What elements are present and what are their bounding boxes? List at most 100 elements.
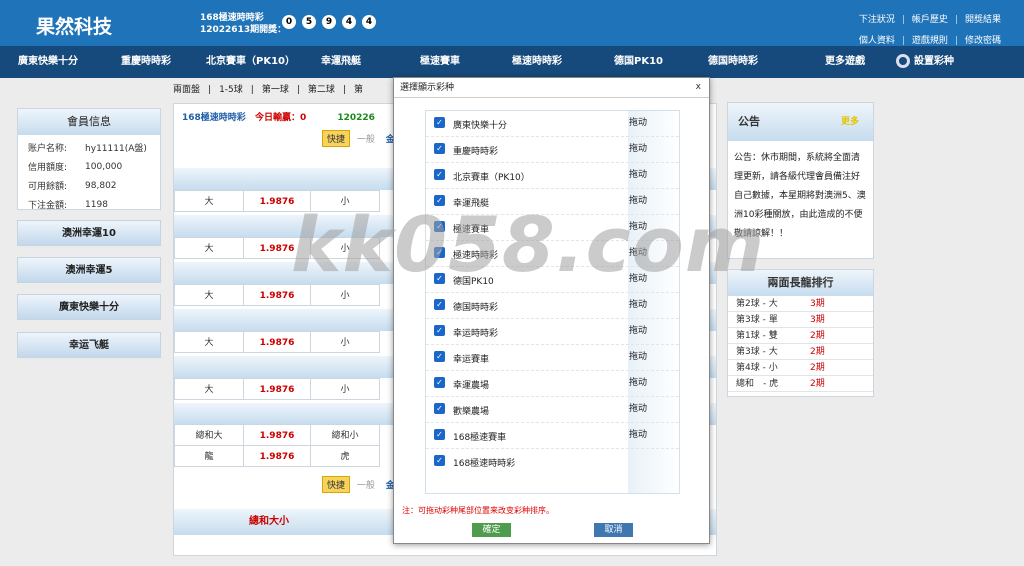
side-game-button[interactable]: 澳洲幸運5 <box>17 257 161 283</box>
brand-logo: 果然科技 <box>36 16 113 38</box>
nav-item[interactable]: 德国時時彩 <box>708 46 758 78</box>
lottery-list-item: ✓ 幸运時時彩 拖动 <box>426 319 679 345</box>
tab-ball-1[interactable]: 第一球 <box>262 85 289 95</box>
checkbox-checked-icon[interactable]: ✓ <box>434 299 445 310</box>
drag-handle[interactable]: 拖动 <box>629 323 647 336</box>
close-icon[interactable]: x <box>696 82 701 92</box>
info-key: 信用額度: <box>28 163 68 173</box>
ranking-row: 總和 - 虎 2期 <box>728 376 873 392</box>
side-game-button[interactable]: 廣東快樂十分 <box>17 294 161 320</box>
side-game-button[interactable]: 澳洲幸運10 <box>17 220 161 246</box>
normal-mode-button[interactable]: 一般 <box>357 135 375 145</box>
bet-option[interactable]: 小 <box>310 378 380 400</box>
ranking-value: 3期 <box>810 299 825 309</box>
link-bet-status[interactable]: 下注狀況 <box>859 15 895 25</box>
ranking-value: 3期 <box>810 315 825 325</box>
quick-mode-button[interactable]: 快捷 <box>322 476 351 493</box>
separator: | <box>954 36 958 46</box>
checkbox-checked-icon[interactable]: ✓ <box>434 429 445 440</box>
watermark: kk058.com <box>291 200 766 289</box>
nav-item[interactable]: 極速賽車 <box>420 46 460 78</box>
link-account-history[interactable]: 帳戶歷史 <box>912 15 948 25</box>
bet-option[interactable]: 龍 <box>174 445 244 467</box>
draw-ball: 4 <box>342 15 356 29</box>
separator: | <box>342 85 346 95</box>
info-key: 账户名称: <box>28 144 68 154</box>
bet-option[interactable]: 虎 <box>310 445 380 467</box>
nav-item[interactable]: 廣東快樂十分 <box>18 46 78 78</box>
bet-option[interactable]: 大 <box>174 331 244 353</box>
link-change-password[interactable]: 修改密碼 <box>965 36 1001 46</box>
nav-item[interactable]: 德国PK10 <box>614 46 663 78</box>
separator: | <box>901 36 905 46</box>
lottery-name: 168極速時時彩 <box>200 13 264 23</box>
lottery-name: 168極速時時彩 <box>453 459 516 469</box>
nav-item[interactable]: 北京賽車（PK10） <box>206 46 295 78</box>
member-info-panel: 會員信息 账户名称: hy11111(A盤) 信用額度: 100,000 可用餘額:… <box>17 108 161 211</box>
top-header: 果然科技 168極速時時彩 12022613期開獎： 05944 下注狀況 | 帳戶… <box>0 0 1024 46</box>
checkbox-checked-icon[interactable]: ✓ <box>434 143 445 154</box>
ranking-key: 第1球 - 雙 <box>736 331 778 341</box>
cancel-button[interactable]: 取消 <box>594 523 633 537</box>
bet-mode-top: 快捷 一般 金 <box>322 130 395 147</box>
tab-balls-1-5[interactable]: 1-5球 <box>219 85 243 95</box>
nav-item[interactable]: 重慶時時彩 <box>121 46 171 78</box>
checkbox-checked-icon[interactable]: ✓ <box>434 169 445 180</box>
settings-label: 設置彩种 <box>914 56 954 67</box>
link-draw-results[interactable]: 開獎結果 <box>965 15 1001 25</box>
lottery-list-item: ✓ 168極速時時彩 <box>426 449 679 475</box>
confirm-button[interactable]: 確定 <box>472 523 511 537</box>
lottery-list-item: ✓ 幸运賽車 拖动 <box>426 345 679 371</box>
settings-button[interactable]: 設置彩种 <box>896 46 954 78</box>
separator: | <box>208 85 212 95</box>
drag-handle[interactable]: 拖动 <box>629 375 647 388</box>
checkbox-checked-icon[interactable]: ✓ <box>434 325 445 336</box>
side-game-button[interactable]: 幸运飞艇 <box>17 332 161 358</box>
bet-option[interactable]: 大 <box>174 190 244 212</box>
nav-item[interactable]: 幸運飛艇 <box>321 46 361 78</box>
bet-option[interactable]: 大 <box>174 378 244 400</box>
bet-option[interactable]: 總和小 <box>310 424 380 446</box>
lottery-name: 歡樂農場 <box>453 407 490 417</box>
notice-more-link[interactable]: 更多 <box>841 103 859 141</box>
normal-mode-button[interactable]: 一般 <box>357 481 375 491</box>
tab-ball-2[interactable]: 第二球 <box>308 85 335 95</box>
drag-handle[interactable]: 拖动 <box>629 349 647 362</box>
bet-option[interactable]: 大 <box>174 284 244 306</box>
info-key: 下注金額: <box>28 201 68 211</box>
quick-mode-button[interactable]: 快捷 <box>322 130 351 147</box>
lottery-list-item: ✓ 幸運農場 拖动 <box>426 371 679 397</box>
drag-handle[interactable]: 拖动 <box>629 401 647 414</box>
checkbox-checked-icon[interactable]: ✓ <box>434 377 445 388</box>
checkbox-checked-icon[interactable]: ✓ <box>434 403 445 414</box>
link-profile[interactable]: 個人資料 <box>859 36 895 46</box>
lottery-list-item: ✓ 廣東快樂十分 拖动 <box>426 111 679 137</box>
checkbox-checked-icon[interactable]: ✓ <box>434 117 445 128</box>
game-nav: 廣東快樂十分 重慶時時彩 北京賽車（PK10） 幸運飛艇 極速賽車 極速時時彩 … <box>0 46 1024 78</box>
drag-handle[interactable]: 拖动 <box>629 115 647 128</box>
link-rules[interactable]: 遊戲規則 <box>912 36 948 46</box>
bet-option[interactable]: 小 <box>310 331 380 353</box>
ranking-key: 第4球 - 小 <box>736 363 778 373</box>
separator: | <box>296 85 300 95</box>
ranking-row: 第2球 - 大 3期 <box>728 296 873 312</box>
dialog-note: 注：可拖动彩种尾部位置来改变彩种排序。 <box>402 506 554 515</box>
checkbox-checked-icon[interactable]: ✓ <box>434 455 445 466</box>
nav-item[interactable]: 極速時時彩 <box>512 46 562 78</box>
drag-handle[interactable]: 拖动 <box>629 141 647 154</box>
lottery-name: 廣東快樂十分 <box>453 121 508 131</box>
ranking-value: 2期 <box>810 379 825 389</box>
info-value: hy11111(A盤) <box>85 144 147 154</box>
drag-handle[interactable]: 拖动 <box>629 297 647 310</box>
tab-ball-3[interactable]: 第 <box>354 85 363 95</box>
nav-item-more[interactable]: 更多遊戲 <box>825 46 865 78</box>
drag-handle[interactable]: 拖动 <box>629 427 647 440</box>
separator: | <box>954 15 958 25</box>
bet-option[interactable]: 大 <box>174 237 244 259</box>
bet-option[interactable]: 總和大 <box>174 424 244 446</box>
info-value: 1198 <box>85 199 108 210</box>
ranking-value: 2期 <box>810 331 825 341</box>
tab-two-sides[interactable]: 兩面盤 <box>173 85 200 95</box>
checkbox-checked-icon[interactable]: ✓ <box>434 351 445 362</box>
drag-handle[interactable]: 拖动 <box>629 167 647 180</box>
